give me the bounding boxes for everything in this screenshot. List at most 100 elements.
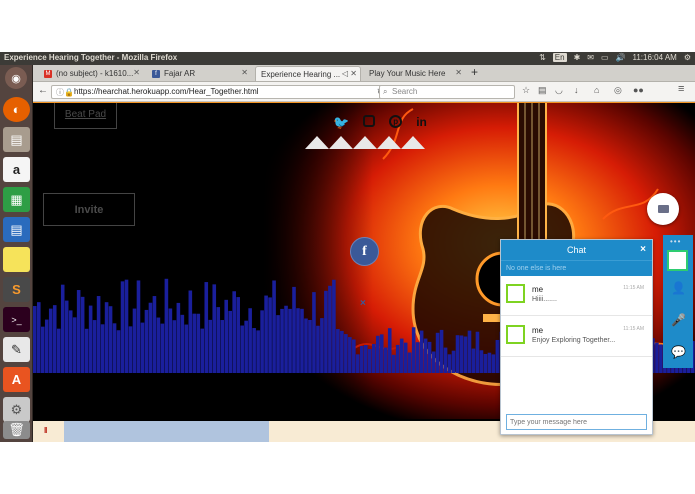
reading-list-icon[interactable]: ▤ <box>538 85 547 96</box>
close-tab-icon[interactable]: ✕ <box>241 68 248 77</box>
visualizer-bar <box>455 335 460 373</box>
new-tab-button[interactable]: + <box>471 65 478 79</box>
keyboard-layout[interactable]: En <box>552 53 567 62</box>
bookmark-star-icon[interactable]: ☆ <box>522 85 530 96</box>
visualizer-bar <box>228 310 232 373</box>
visualizer-bar <box>479 350 484 373</box>
calc-icon[interactable]: ▦ <box>3 187 30 212</box>
visualizer-bar <box>276 315 280 373</box>
download-icon[interactable]: ↓ <box>574 85 579 95</box>
gear-icon[interactable]: ⚙ <box>684 53 691 62</box>
facebook-icon: f <box>152 69 160 78</box>
visualizer-bar <box>116 330 121 373</box>
volume-icon[interactable]: 🔊 <box>616 53 626 62</box>
side-toolbar: ••• 👤 🎤 💬 <box>663 235 693 368</box>
message-sender: me <box>532 285 544 294</box>
decorative-triangles <box>305 136 425 149</box>
invite-label: Invite <box>74 203 104 216</box>
text-editor-icon[interactable]: ✎ <box>3 337 30 362</box>
visualizer-bar <box>232 291 236 373</box>
writer-icon[interactable]: ▤ <box>3 217 30 242</box>
visualizer-bar <box>104 302 109 373</box>
close-tab-icon[interactable]: ✕ <box>133 68 140 77</box>
pinterest-icon[interactable]: p <box>389 115 403 128</box>
visualizer-bar <box>100 324 105 373</box>
tab-facebook[interactable]: f Fajar AR ✕ <box>147 66 252 81</box>
visualizer-bar <box>33 306 37 373</box>
visualizer-bar <box>128 326 133 373</box>
tab-gmail[interactable]: M (no subject) - k1610... ✕ <box>39 66 144 81</box>
extensions-icon[interactable]: ●● <box>633 85 644 95</box>
back-icon[interactable]: ← <box>38 85 48 96</box>
home-icon[interactable]: ⌂ <box>594 85 599 95</box>
terminal-icon[interactable]: >_ <box>3 307 30 332</box>
firefox-icon[interactable]: ◐ <box>3 97 30 122</box>
visualizer-bar <box>180 314 185 373</box>
visualizer-bar <box>340 330 344 373</box>
software-center-icon[interactable]: A <box>3 367 30 392</box>
visualizer-bar <box>44 319 49 373</box>
system-tools-icon[interactable]: ⚙ <box>3 397 30 422</box>
sublime-icon[interactable]: S <box>3 277 30 302</box>
search-placeholder: Search <box>392 87 418 96</box>
microphone-icon[interactable]: 🎤 <box>671 313 686 327</box>
mail-icon[interactable]: ✉ <box>587 53 594 62</box>
hamburger-menu-icon[interactable]: ≡ <box>678 83 684 95</box>
visualizer-bar <box>379 334 384 373</box>
drag-handle-icon[interactable]: ••• <box>670 237 681 246</box>
user-avatar[interactable] <box>667 250 688 271</box>
site-info-icon[interactable]: ⓘ🔒 <box>56 87 74 99</box>
progress-fill[interactable] <box>64 421 270 442</box>
visualizer-bar <box>256 330 260 373</box>
sync-icon[interactable]: ◎ <box>614 85 622 96</box>
chat-message-input[interactable] <box>506 414 647 430</box>
visualizer-bar <box>391 354 396 373</box>
search-input[interactable]: ⌕ Search <box>379 85 515 99</box>
visualizer-bar <box>160 323 165 373</box>
pause-button[interactable]: II <box>44 426 48 435</box>
url-bar[interactable]: ⓘ🔒 https://hearchat.herokuapp.com/Hear_T… <box>51 85 389 99</box>
ubuntu-top-panel: Experience Hearing Together - Mozilla Fi… <box>0 52 695 65</box>
visualizer-bar <box>216 307 221 373</box>
amazon-icon[interactable]: a <box>3 157 30 182</box>
facebook-share-button[interactable]: f <box>350 237 379 266</box>
trash-icon[interactable]: 🗑 <box>3 421 30 439</box>
folder-button[interactable] <box>647 193 679 225</box>
linkedin-icon[interactable]: in <box>416 115 427 131</box>
bluetooth-icon[interactable]: ✱ <box>574 53 581 62</box>
instagram-icon[interactable] <box>363 115 376 127</box>
clock[interactable]: 11:16:04 AM <box>633 53 677 62</box>
visualizer-bar <box>407 352 412 373</box>
invite-button[interactable]: Invite <box>43 193 135 226</box>
visualizer-bar <box>336 329 340 373</box>
visualizer-bar <box>84 328 89 373</box>
chat-close-button[interactable]: × <box>640 240 646 260</box>
twitter-icon[interactable]: 🐦 <box>333 115 349 131</box>
visualizer-bar <box>40 326 45 373</box>
visualizer-bar <box>395 344 400 373</box>
visualizer-bar <box>415 342 420 373</box>
ubuntu-dash-icon[interactable]: ◉ <box>5 67 27 89</box>
network-arrows-icon[interactable]: ⇅ <box>539 53 546 62</box>
notes-icon[interactable] <box>3 247 30 272</box>
pocket-icon[interactable]: ◡ <box>555 85 563 96</box>
visualizer-bar <box>495 339 500 373</box>
close-tab-icon[interactable]: ✕ <box>455 68 462 77</box>
message-time: 11:15 AM <box>623 326 644 332</box>
beat-pad-button[interactable]: Beat Pad <box>54 103 117 129</box>
battery-icon[interactable]: ▭ <box>601 53 609 62</box>
visualizer-bar <box>200 328 205 373</box>
tab-label: Experience Hearing ... <box>261 69 341 79</box>
files-icon[interactable]: ▤ <box>3 127 30 152</box>
close-tab-icon[interactable]: ◁ ✕ <box>342 69 357 78</box>
tab-play-music[interactable]: Play Your Music Here ✕ <box>364 66 466 81</box>
chat-bubble-icon[interactable]: 💬 <box>671 345 686 359</box>
add-user-icon[interactable]: 👤 <box>671 281 686 295</box>
tab-experience-hearing[interactable]: Experience Hearing ... ◁ ✕ <box>255 66 361 81</box>
visualizer-bar <box>140 322 145 373</box>
visualizer-bar <box>655 342 659 373</box>
chat-header: Chat × <box>501 240 652 260</box>
visualizer-bar <box>423 338 428 373</box>
visualizer-bar <box>451 350 456 373</box>
visualizer-bar <box>467 330 472 373</box>
